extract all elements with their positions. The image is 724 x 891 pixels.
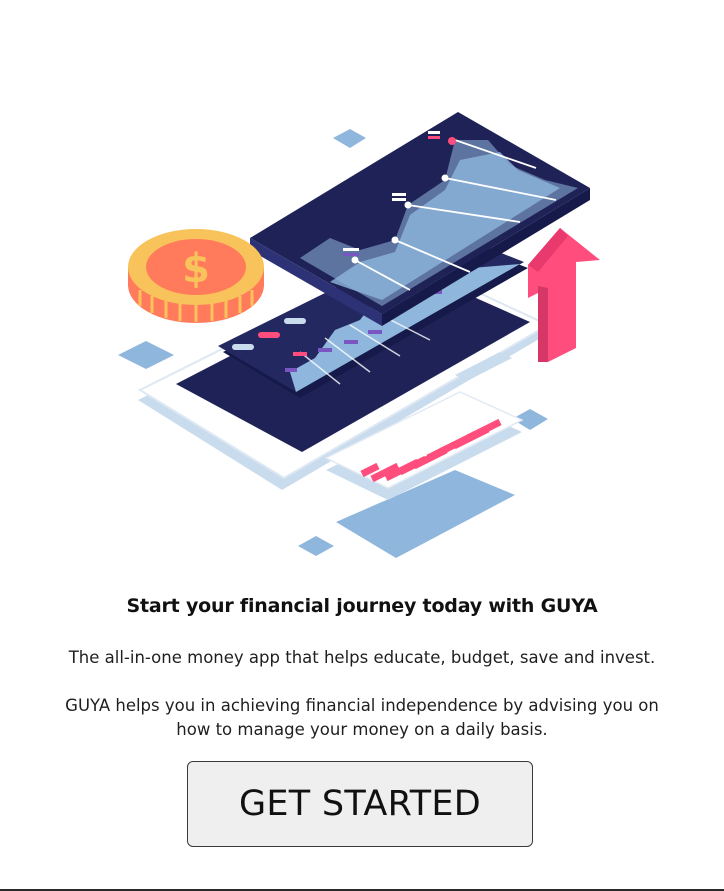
dollar-coin-icon: $ xyxy=(128,229,264,323)
get-started-button[interactable]: GET STARTED xyxy=(187,761,533,847)
decor-diamond xyxy=(333,129,366,148)
coin-dollar-symbol: $ xyxy=(182,246,210,292)
tagline: The all-in-one money app that helps educ… xyxy=(68,648,656,667)
headline: Start your financial journey today with … xyxy=(126,595,598,617)
description: GUYA helps you in achieving financial in… xyxy=(65,696,659,739)
decor-diamond xyxy=(118,341,174,369)
decor-diamond xyxy=(298,536,334,556)
up-arrow-icon xyxy=(528,228,600,362)
hero-illustration: $ xyxy=(118,112,600,558)
